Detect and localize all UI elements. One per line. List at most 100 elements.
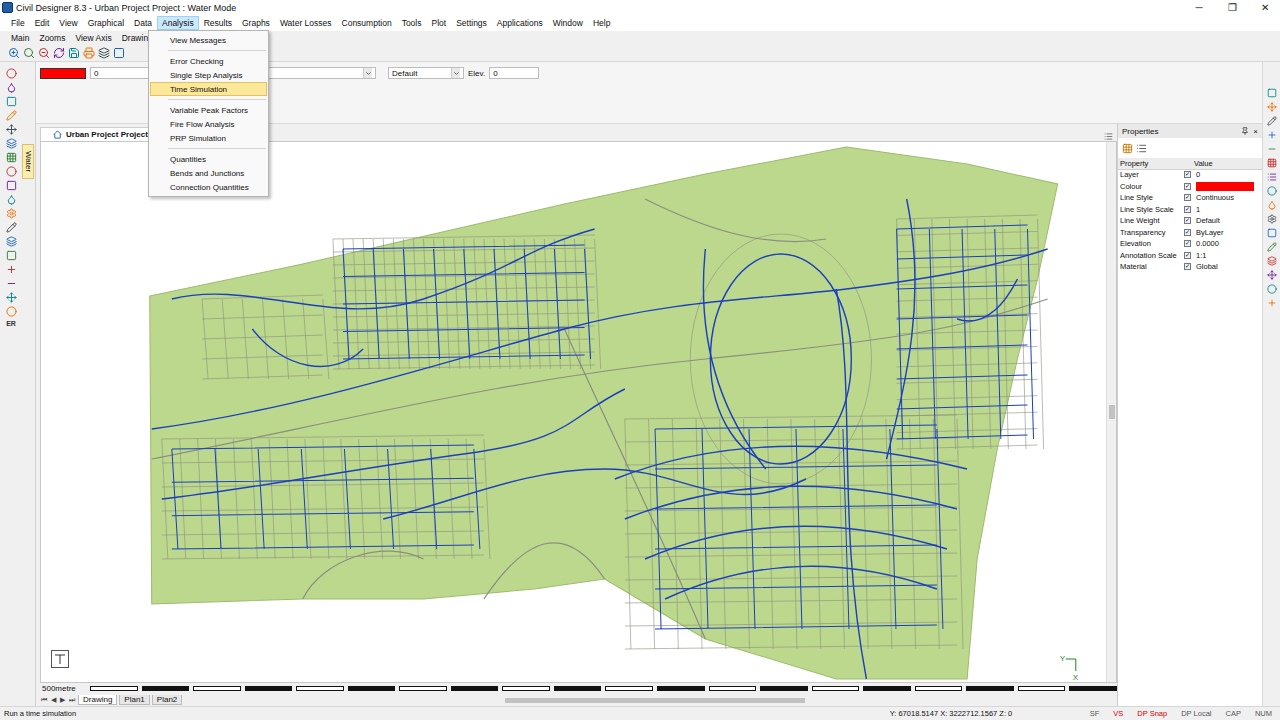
sheet-nav-button[interactable]: ▶ [59,696,66,704]
property-row[interactable]: Layer✓0 [1118,170,1262,182]
menu-entry[interactable]: Time Simulation [150,82,267,96]
tool-icon[interactable] [23,47,35,59]
tool-icon[interactable] [6,278,17,289]
sheet-tab[interactable]: Plan2 [152,695,182,705]
sheet-tab[interactable]: Plan1 [119,695,149,705]
menu-item[interactable]: Analysis [157,16,199,30]
menu-item[interactable]: Plot [426,16,451,30]
property-value[interactable]: Continuous [1194,193,1262,202]
property-value[interactable]: 0.0000 [1194,239,1262,248]
window-control-button[interactable]: ✕ [1250,1,1280,15]
tool-icon[interactable] [6,124,17,135]
horizontal-scrollbar[interactable] [192,696,1117,705]
tool-icon[interactable] [38,47,50,59]
menu-item[interactable]: Applications [492,16,548,30]
menu-item[interactable]: Graphs [237,16,275,30]
document-tab[interactable]: Urban Project Project [40,127,157,141]
property-row[interactable]: Transparency✓ByLayer [1118,227,1262,239]
tool-icon[interactable] [1267,88,1277,98]
sheet-tab[interactable]: Drawing [78,695,117,705]
property-checkbox[interactable]: ✓ [1184,194,1191,201]
menu-entry[interactable]: Single Step Analysis [150,68,267,82]
property-row[interactable]: Material✓Global [1118,262,1262,274]
scroll-thumb[interactable] [1109,405,1115,419]
property-checkbox[interactable]: ✓ [1184,240,1191,247]
menu-item[interactable]: Help [588,16,615,30]
water-side-tab[interactable]: Water [22,144,34,179]
property-row[interactable]: Line Weight✓Default [1118,216,1262,228]
tool-icon[interactable] [1267,256,1277,266]
dropdown-arrow-icon[interactable] [363,68,372,78]
tool-icon[interactable] [6,264,17,275]
tool-icon[interactable] [6,250,17,261]
property-checkbox[interactable]: ✓ [1184,229,1191,236]
tool-icon[interactable] [1267,242,1277,252]
menu-item[interactable]: View [54,16,82,30]
tool-icon[interactable] [1267,172,1277,182]
tool-icon[interactable] [1267,144,1277,154]
tool-icon[interactable] [1267,298,1277,308]
ucs-icon[interactable] [51,650,69,668]
tool-icon[interactable] [1267,228,1277,238]
tool-icon[interactable] [6,152,17,163]
tool-icon[interactable] [6,68,17,79]
menu-entry[interactable]: PRP Simulation [150,131,267,145]
property-row[interactable]: Elevation✓0.0000 [1118,239,1262,251]
tool-icon[interactable] [1267,200,1277,210]
tool-icon[interactable] [1267,284,1277,294]
tool-icon[interactable] [6,306,17,317]
pin-icon[interactable] [1241,127,1249,135]
tool-icon[interactable] [83,47,95,59]
tool-icon[interactable] [1267,130,1277,140]
tool-icon[interactable] [6,96,17,107]
side-tool-label[interactable]: ER [6,320,16,327]
property-checkbox[interactable]: ✓ [1184,217,1191,224]
menu-item[interactable]: File [6,16,30,30]
property-checkbox[interactable]: ✓ [1184,183,1191,190]
property-row[interactable]: Annotation Scale✓1:1 [1118,250,1262,262]
property-checkbox[interactable]: ✓ [1184,263,1191,270]
layer-colour-swatch[interactable] [40,68,86,79]
window-control-button[interactable]: ❐ [1217,1,1247,15]
property-value[interactable]: Default [1194,216,1262,225]
sheet-nav-button[interactable]: ⏮ [40,696,48,704]
scroll-thumb[interactable] [505,698,805,703]
status-indicator[interactable]: SF [1086,709,1104,718]
status-indicator[interactable]: VS [1109,709,1127,718]
toolbar-tab[interactable]: Main [6,33,34,43]
tool-icon[interactable] [6,110,17,121]
tool-icon[interactable] [8,47,20,59]
colour-value[interactable] [1196,182,1254,191]
dropdown-arrow-icon[interactable] [451,68,460,78]
drawing-canvas[interactable]: YX [41,142,1106,682]
tool-icon[interactable] [6,236,17,247]
tool-icon[interactable] [6,292,17,303]
material-select[interactable]: Default [388,67,464,79]
tool-icon[interactable] [53,47,65,59]
tool-icon[interactable] [1267,270,1277,280]
toolbar-tab[interactable]: View Axis [70,33,116,43]
tool-icon[interactable] [1267,158,1277,168]
tool-icon[interactable] [6,208,17,219]
menu-entry[interactable]: Bends and Junctions [150,166,267,180]
property-row[interactable]: Line Style Scale✓1 [1118,204,1262,216]
menu-entry[interactable]: Fire Flow Analysis [150,117,267,131]
tool-icon[interactable] [68,47,80,59]
status-indicator[interactable]: NUM [1251,709,1276,718]
tool-icon[interactable] [6,180,17,191]
property-checkbox[interactable]: ✓ [1184,171,1191,178]
menu-item[interactable]: Tools [397,16,427,30]
vertical-scrollbar[interactable] [1106,142,1116,682]
window-control-button[interactable]: ─ [1184,1,1214,15]
tool-icon[interactable] [6,82,17,93]
tool-icon[interactable] [6,166,17,177]
tool-icon[interactable] [6,194,17,205]
sort-icon[interactable] [1136,143,1147,154]
sheet-nav-button[interactable]: ⏭ [68,696,76,704]
categorized-icon[interactable] [1122,143,1133,154]
tool-icon[interactable] [1267,116,1277,126]
menu-entry[interactable]: Error Checking [150,54,267,68]
menu-item[interactable]: Results [199,16,237,30]
menu-entry[interactable]: Variable Peak Factors [150,103,267,117]
property-checkbox[interactable]: ✓ [1184,252,1191,259]
